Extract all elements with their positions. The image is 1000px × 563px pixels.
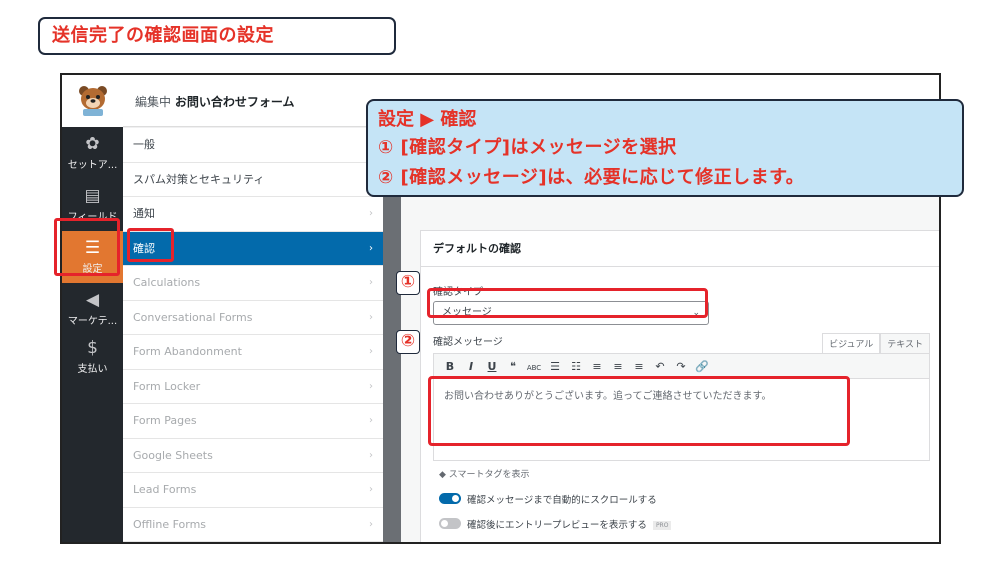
scroll-toggle[interactable]	[439, 493, 461, 504]
subnav-item[interactable]: 一般›	[123, 128, 383, 163]
megaphone-icon: ◀	[85, 290, 100, 310]
stage: 送信完了の確認画面の設定 ✿ セットア... ▤ フィールド ☰ 設定 ◀ マー…	[0, 0, 1000, 563]
dollar-icon: $	[87, 338, 98, 358]
chevron-right-icon: ›	[369, 380, 373, 392]
scroll-toggle-label: 確認メッセージまで自動的にスクロールする	[467, 495, 657, 506]
subnav-item-label: Calculations	[133, 276, 201, 289]
subnav-item[interactable]: Form Abandonment ›	[123, 335, 383, 370]
callout-line-3: ② [確認メッセージ]は、必要に応じて修正します。	[378, 167, 805, 188]
chevron-right-icon: ›	[369, 208, 373, 219]
fields-icon: ▤	[84, 186, 101, 206]
marker-two: ②	[396, 330, 420, 354]
entry-preview-text: 確認後にエントリープレビューを表示する	[467, 520, 647, 531]
chevron-right-icon: ›	[369, 242, 373, 254]
chevron-right-icon: ›	[369, 346, 373, 357]
sidebar-label: 支払い	[77, 364, 108, 375]
subnav-item-label: Lead Forms	[133, 483, 197, 496]
subnav-item-label: 一般	[133, 138, 155, 151]
marker-one: ①	[396, 271, 420, 295]
gear-icon: ✿	[85, 134, 100, 154]
chevron-right-icon: ›	[369, 311, 373, 323]
entry-preview-toggle[interactable]	[439, 518, 461, 529]
subnav-item[interactable]: スパム対策とセキュリティ›	[123, 163, 383, 197]
editor-tabs: ビジュアル テキスト	[822, 333, 930, 354]
form-name: お問い合わせフォーム	[174, 95, 295, 109]
chevron-right-icon: ›	[369, 449, 373, 461]
sidebar-label: セットア...	[67, 160, 118, 171]
chevron-right-icon: ›	[369, 415, 373, 426]
subnav-item[interactable]: Conversational Forms ›	[123, 301, 383, 335]
subnav-item[interactable]: Google Sheets ›	[123, 439, 383, 473]
tab-visual[interactable]: ビジュアル	[822, 333, 881, 354]
sidebar-marketing[interactable]: ◀ マーケテ...	[62, 283, 123, 335]
editing-prefix: 編集中	[135, 95, 172, 109]
sidebar-payments[interactable]: $ 支払い	[62, 331, 123, 383]
subnav-item[interactable]: Form Locker ›	[123, 370, 383, 404]
subnav-item-label: Form Abandonment	[133, 345, 242, 358]
editing-title: 編集中 お問い合わせフォーム	[135, 93, 295, 110]
entry-preview-label: 確認後にエントリープレビューを表示する PRO	[467, 517, 672, 531]
subnav-item[interactable]: Form Pages ›	[123, 404, 383, 439]
subnav-item-label: Offline Forms	[133, 517, 207, 531]
subnav-item-label: Conversational Forms	[133, 310, 253, 324]
page-title: 送信完了の確認画面の設定	[38, 17, 396, 55]
logo	[62, 75, 123, 127]
chevron-right-icon: ›	[369, 277, 373, 288]
builder-sidebar: ✿ セットア... ▤ フィールド ☰ 設定 ◀ マーケテ... $ 支払い	[62, 75, 123, 542]
subnav-item-label: Google Sheets	[133, 448, 213, 462]
confirm-nav-highlight	[127, 228, 174, 262]
panel-title: デフォルトの確認	[421, 231, 939, 267]
bear-logo-icon	[79, 86, 107, 116]
type-select-highlight	[427, 288, 708, 318]
callout-line-1: 設定 ▶ 確認	[378, 109, 477, 130]
settings-subnav: 一般›スパム対策とセキュリティ›通知›確認›Calculations›Conve…	[123, 128, 383, 542]
subnav-item[interactable]: Lead Forms ›	[123, 473, 383, 508]
subnav-item[interactable]: Calculations ›	[123, 266, 383, 301]
subnav-item-label: スパム対策とセキュリティ	[133, 172, 265, 186]
subnav-item-label: Form Pages	[133, 414, 197, 427]
chevron-right-icon: ›	[369, 518, 373, 530]
chevron-right-icon: ›	[369, 484, 373, 495]
subnav-item[interactable]: 通知 ›	[123, 197, 383, 232]
pro-badge: PRO	[652, 521, 672, 530]
sidebar-label: マーケテ...	[67, 316, 118, 327]
confirmation-message-label: 確認メッセージ	[433, 337, 503, 348]
subnav-item-label: Form Locker	[133, 379, 201, 393]
smart-tag-label: スマートタグを表示	[448, 470, 530, 480]
smart-tag-link[interactable]: ◆ スマートタグを表示	[439, 467, 530, 480]
instruction-callout: 設定 ▶ 確認 ① [確認タイプ]はメッセージを選択 ② [確認メッセージ]は、…	[366, 99, 964, 197]
tab-text[interactable]: テキスト	[880, 333, 930, 354]
settings-highlight	[54, 218, 120, 276]
callout-line-2: ① [確認タイプ]はメッセージを選択	[378, 137, 677, 158]
subnav-item[interactable]: Offline Forms ›	[123, 508, 383, 542]
tag-icon: ◆	[439, 470, 446, 480]
subnav-item-label: 通知	[133, 207, 155, 220]
message-highlight	[428, 376, 850, 446]
sidebar-setup[interactable]: ✿ セットア...	[62, 127, 123, 179]
